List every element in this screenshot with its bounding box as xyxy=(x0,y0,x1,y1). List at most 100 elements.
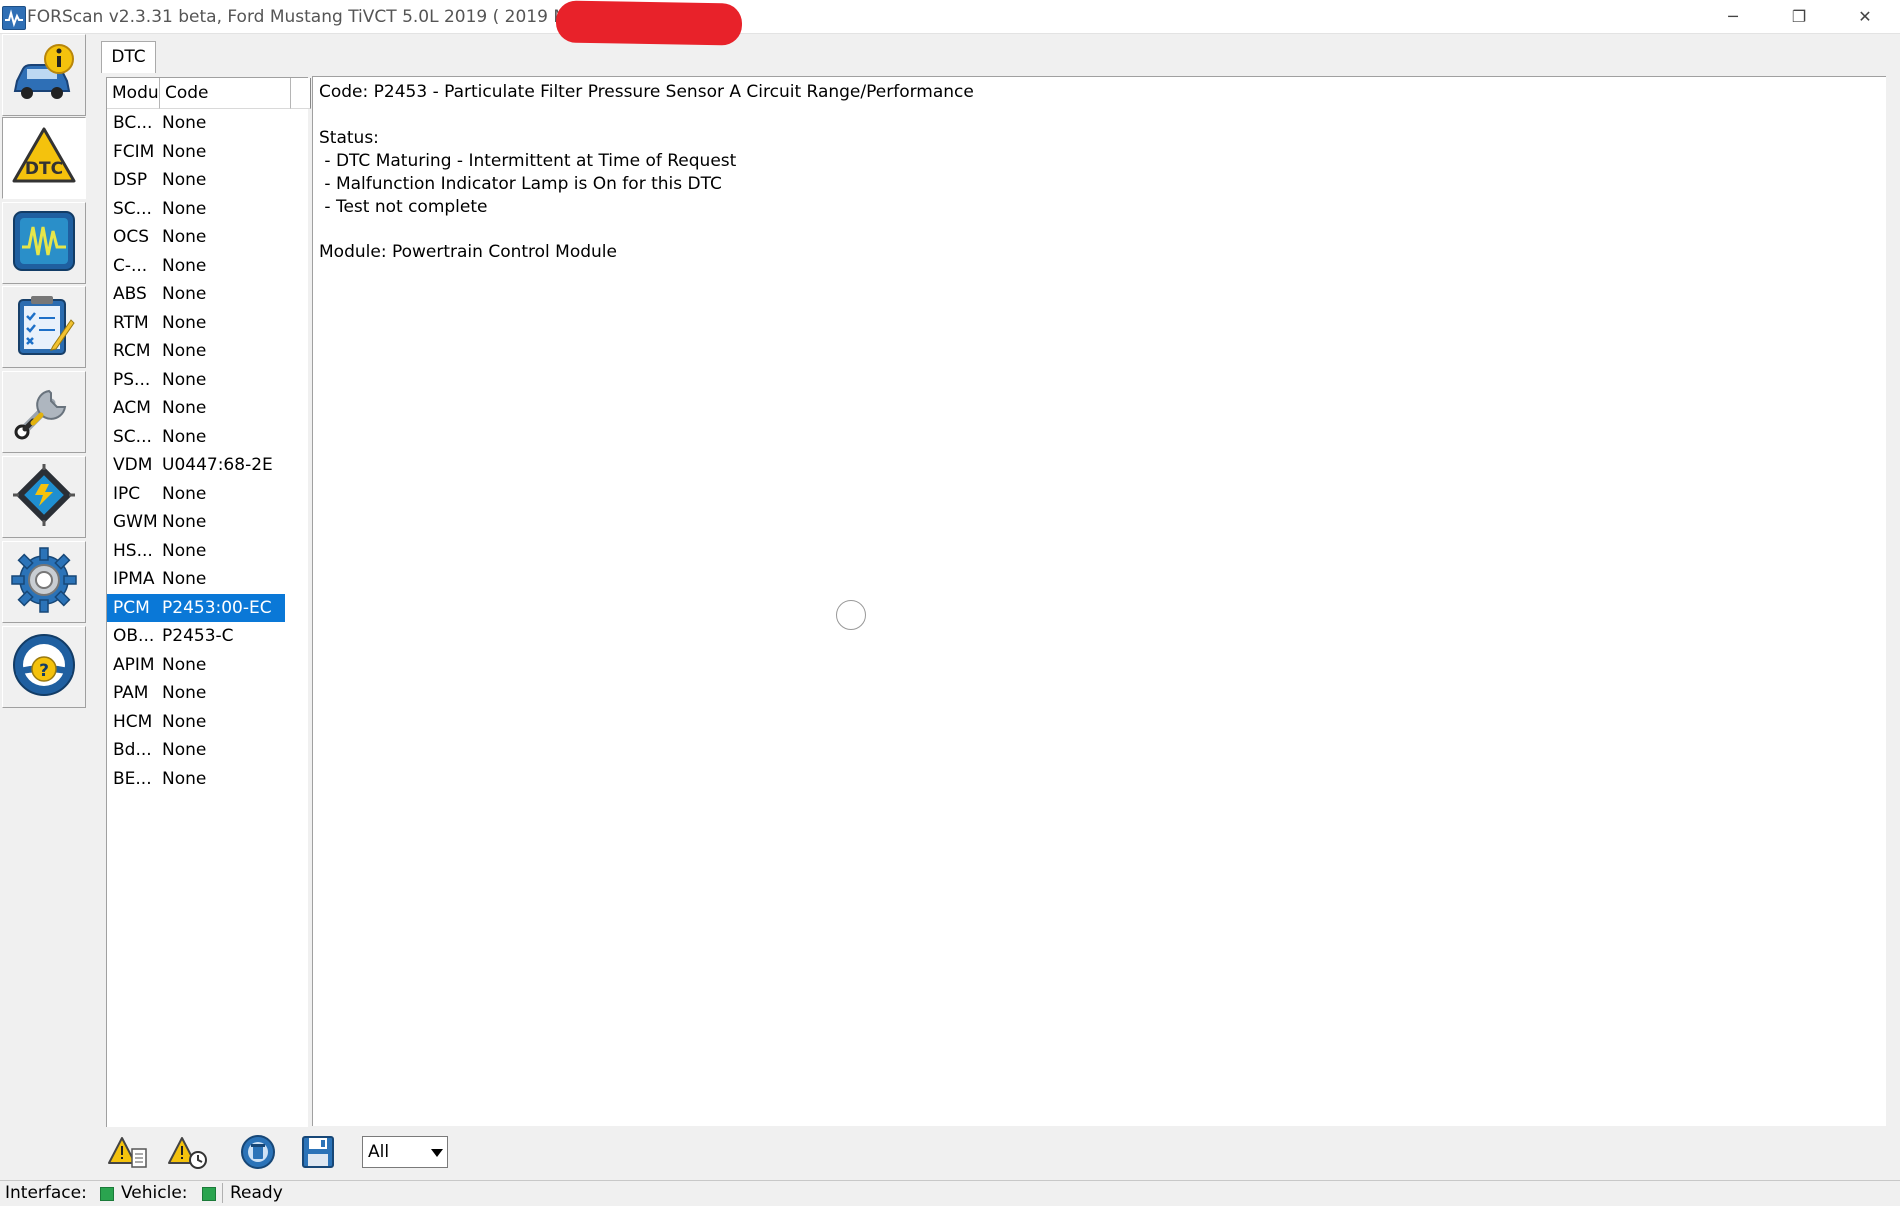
dtc-module-line: Module: Powertrain Control Module xyxy=(319,242,617,262)
dtc-list-header: Modu Code xyxy=(107,78,311,109)
table-row[interactable]: SC... None xyxy=(107,195,285,223)
code-cell: U0447:68-2E xyxy=(162,455,273,475)
code-cell: None xyxy=(162,540,207,561)
vehicle-status-led xyxy=(202,1187,216,1201)
clear-dtc-button[interactable] xyxy=(232,1134,284,1174)
code-cell: None xyxy=(162,768,207,789)
module-cell: ACM xyxy=(113,398,151,418)
code-cell: None xyxy=(162,141,207,162)
table-row[interactable]: HS... None xyxy=(107,537,285,565)
sidebar-item-live-data[interactable] xyxy=(2,202,86,284)
code-cell: P2453:00-EC xyxy=(162,597,272,618)
module-cell: BE... xyxy=(113,768,152,789)
table-row[interactable]: BE... None xyxy=(107,765,285,793)
code-cell: None xyxy=(162,255,207,276)
table-row[interactable]: ABS None xyxy=(107,280,285,308)
dtc-detail-panel: Code: P2453 - Particulate Filter Pressur… xyxy=(312,76,1886,1126)
module-cell: HCM xyxy=(113,711,153,732)
code-cell: None xyxy=(162,369,207,390)
code-cell: None xyxy=(162,426,207,447)
table-row[interactable]: GWM None xyxy=(107,508,285,536)
dtc-filter-value: All xyxy=(368,1142,390,1162)
table-row[interactable]: IPMA None xyxy=(107,565,285,593)
module-cell: FCIM xyxy=(113,141,155,162)
table-row[interactable]: IPC None xyxy=(107,480,285,508)
svg-text:?: ? xyxy=(39,661,49,681)
dtc-status-item: - Malfunction Indicator Lamp is On for t… xyxy=(319,174,722,194)
table-row[interactable]: OB... P2453-C xyxy=(107,622,285,650)
restore-button[interactable]: ❐ xyxy=(1766,0,1832,32)
sidebar-item-vehicle-info[interactable] xyxy=(2,34,86,116)
erase-icon xyxy=(240,1134,276,1174)
code-cell: None xyxy=(162,198,207,219)
table-row-selected[interactable]: PCM P2453:00-EC xyxy=(107,593,285,622)
sidebar-item-help[interactable]: ? xyxy=(2,626,86,708)
module-cell: APIM xyxy=(113,654,155,675)
interface-label: Interface: xyxy=(5,1183,87,1203)
code-cell: None xyxy=(162,284,207,304)
tab-dtc[interactable]: DTC xyxy=(101,41,156,73)
module-cell: GWM xyxy=(113,512,157,532)
sidebar-item-tests[interactable] xyxy=(2,286,86,368)
table-row[interactable]: Bd... None xyxy=(107,736,285,764)
minimize-button[interactable]: ─ xyxy=(1700,0,1766,32)
dtc-warning-icon: DTC xyxy=(10,125,78,191)
title-bar: FORScan v2.3.31 beta, Ford Mustang TiVCT… xyxy=(0,0,1900,46)
module-cell: RTM xyxy=(113,312,149,333)
module-cell: PS... xyxy=(113,369,151,390)
code-cell: None xyxy=(162,740,207,760)
column-header-code[interactable]: Code xyxy=(160,78,291,109)
table-row[interactable]: RTM None xyxy=(107,309,285,337)
sidebar: DTC ? xyxy=(0,34,88,720)
table-row[interactable]: DSP None xyxy=(107,166,285,194)
table-row[interactable]: C-... None xyxy=(107,252,285,280)
dtc-status-item: - DTC Maturing - Intermittent at Time of… xyxy=(319,151,737,171)
chevron-down-icon xyxy=(431,1149,443,1157)
sidebar-item-service[interactable] xyxy=(2,371,86,453)
module-cell: DSP xyxy=(113,170,148,190)
sidebar-item-settings[interactable] xyxy=(2,541,86,623)
dtc-filter-select[interactable]: All xyxy=(362,1136,448,1168)
table-row[interactable]: PAM None xyxy=(107,679,285,707)
module-cell: PCM xyxy=(113,597,150,618)
help-steering-icon: ? xyxy=(10,631,78,703)
show-freeze-frame-button[interactable] xyxy=(102,1134,154,1174)
table-row[interactable]: BC... None xyxy=(107,109,285,137)
table-row[interactable]: SC... None xyxy=(107,423,285,451)
code-cell: None xyxy=(162,170,207,190)
code-cell: None xyxy=(162,341,207,361)
close-button[interactable]: ✕ xyxy=(1832,0,1898,32)
module-cell: VDM xyxy=(113,455,153,475)
table-row[interactable]: RCM None xyxy=(107,337,285,365)
column-header-spacer xyxy=(291,78,311,109)
warning-refresh-icon xyxy=(168,1135,208,1173)
sidebar-item-configuration[interactable] xyxy=(2,456,86,538)
warning-doc-icon xyxy=(108,1135,148,1173)
code-cell: None xyxy=(162,312,207,333)
sidebar-item-dtc[interactable]: DTC xyxy=(2,117,86,199)
code-cell: None xyxy=(162,483,207,504)
checklist-icon xyxy=(13,292,75,362)
svg-text:DTC: DTC xyxy=(25,159,63,179)
vehicle-label: Vehicle: xyxy=(121,1183,188,1203)
dtc-list: Modu Code BC... None FCIM None DSP None SC... N… xyxy=(106,77,311,1127)
save-button[interactable] xyxy=(292,1134,344,1174)
gear-icon xyxy=(10,546,78,618)
forscan-app-icon[interactable] xyxy=(2,6,26,30)
module-cell: OCS xyxy=(113,227,150,247)
table-row[interactable]: HCM None xyxy=(107,708,285,736)
column-header-module[interactable]: Modu xyxy=(107,78,160,109)
module-cell: ABS xyxy=(113,284,147,304)
module-cell: OB... xyxy=(113,626,155,646)
table-row[interactable]: APIM None xyxy=(107,651,285,679)
oscilloscope-icon xyxy=(11,209,77,277)
table-row[interactable]: ACM None xyxy=(107,394,285,422)
table-row[interactable]: OCS None xyxy=(107,223,285,251)
table-row[interactable]: FCIM None xyxy=(107,138,285,166)
read-dtc-button[interactable] xyxy=(162,1134,214,1174)
loading-spinner-icon xyxy=(836,600,866,630)
table-row[interactable]: VDM U0447:68-2E xyxy=(107,451,285,479)
vin-redaction-mark xyxy=(555,0,743,46)
code-cell: None xyxy=(162,113,207,133)
table-row[interactable]: PS... None xyxy=(107,366,285,394)
